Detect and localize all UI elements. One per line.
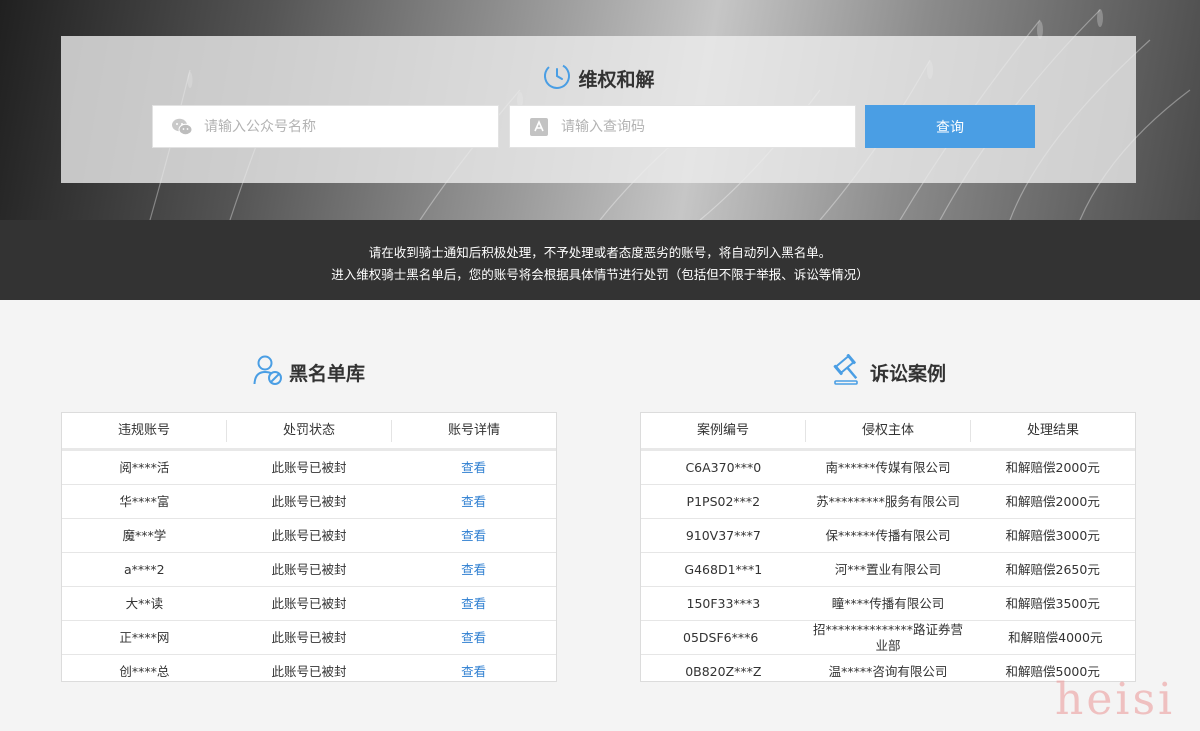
case-id-cell: P1PS02***2 (686, 493, 761, 509)
case-id-cell: G468D1***1 (684, 561, 763, 577)
view-detail-link[interactable]: 查看 (461, 494, 486, 509)
user-ban-icon (253, 354, 283, 390)
table-row: 魔***学 此账号已被封 查看 (62, 519, 556, 553)
code-icon (528, 116, 550, 138)
wechat-icon (171, 116, 193, 138)
hero-banner: 维权和解 查询 (0, 0, 1200, 220)
view-detail-link[interactable]: 查看 (461, 664, 486, 679)
table-header: 案例编号 侵权主体 处理结果 (641, 413, 1135, 451)
status-cell: 此账号已被封 (271, 459, 347, 475)
subject-cell: 保******传播有限公司 (825, 527, 951, 543)
view-detail-link[interactable]: 查看 (461, 528, 486, 543)
account-name-input[interactable] (202, 117, 466, 136)
subject-cell: 瞳****传播有限公司 (831, 595, 945, 611)
table-row: 华****富 此账号已被封 查看 (62, 485, 556, 519)
view-detail-link[interactable]: 查看 (461, 630, 486, 645)
result-cell: 和解赔偿2000元 (1005, 459, 1100, 475)
subject-cell: 南******传媒有限公司 (825, 459, 951, 475)
blacklist-table: 违规账号 处罚状态 账号详情 阅****活 此账号已被封 查看 华****富 此… (61, 412, 557, 682)
account-cell: 魔***学 (122, 527, 167, 543)
subject-cell: 温*****咨询有限公司 (828, 663, 948, 679)
account-cell: 华****富 (119, 493, 170, 509)
case-id-cell: 0B820Z***Z (685, 663, 762, 679)
table-row: 150F33***3 瞳****传播有限公司 和解赔偿3500元 (641, 587, 1135, 621)
table-row: 正****网 此账号已被封 查看 (62, 621, 556, 655)
result-cell: 和解赔偿4000元 (1008, 629, 1103, 645)
table-row: P1PS02***2 苏*********服务有限公司 和解赔偿2000元 (641, 485, 1135, 519)
code-search-box[interactable] (509, 105, 856, 148)
result-cell: 和解赔偿3000元 (1005, 527, 1100, 543)
table-row: C6A370***0 南******传媒有限公司 和解赔偿2000元 (641, 451, 1135, 485)
query-code-input[interactable] (559, 117, 823, 136)
case-id-cell: 150F33***3 (686, 595, 761, 611)
panel-title: 维权和解 (61, 62, 1136, 94)
column-header: 处理结果 (970, 419, 1135, 442)
status-cell: 此账号已被封 (271, 493, 347, 509)
blacklist-section-title: 黑名单库 (253, 354, 365, 390)
table-row: 大**读 此账号已被封 查看 (62, 587, 556, 621)
status-cell: 此账号已被封 (271, 629, 347, 645)
column-header: 侵权主体 (805, 419, 970, 442)
cases-title: 诉讼案例 (870, 362, 947, 385)
table-row: 创****总 此账号已被封 查看 (62, 655, 556, 688)
blacklist-title: 黑名单库 (289, 362, 366, 385)
table-row: 910V37***7 保******传播有限公司 和解赔偿3000元 (641, 519, 1135, 553)
case-id-cell: 910V37***7 (685, 527, 761, 543)
status-cell: 此账号已被封 (271, 527, 347, 543)
search-panel: 维权和解 查询 (61, 36, 1136, 183)
query-button[interactable]: 查询 (865, 105, 1035, 148)
panel-title-text: 维权和解 (578, 68, 655, 91)
account-cell: 大**读 (125, 595, 164, 611)
table-row: G468D1***1 河***置业有限公司 和解赔偿2650元 (641, 553, 1135, 587)
result-cell: 和解赔偿2650元 (1005, 561, 1100, 577)
view-detail-link[interactable]: 查看 (461, 460, 486, 475)
status-cell: 此账号已被封 (271, 561, 347, 577)
column-header: 案例编号 (696, 422, 749, 438)
gavel-icon (832, 353, 864, 390)
account-cell: a****2 (124, 561, 165, 577)
column-header: 违规账号 (117, 422, 170, 438)
result-cell: 和解赔偿3500元 (1005, 595, 1100, 611)
subject-cell: 河***置业有限公司 (834, 561, 942, 577)
status-cell: 此账号已被封 (271, 663, 347, 679)
account-cell: 正****网 (119, 629, 170, 645)
account-cell: 创****总 (119, 663, 170, 679)
case-id-cell: C6A370***0 (685, 459, 762, 475)
subject-cell: 苏*********服务有限公司 (816, 493, 960, 509)
view-detail-link[interactable]: 查看 (461, 596, 486, 611)
notice-line-2: 进入维权骑士黑名单后，您的账号将会根据具体情节进行处罚（包括但不限于举报、诉讼等… (331, 267, 869, 282)
account-cell: 阅****活 (119, 459, 170, 475)
cases-section-title: 诉讼案例 (832, 353, 947, 390)
table-header: 违规账号 处罚状态 账号详情 (62, 413, 556, 451)
column-header: 账号详情 (391, 419, 556, 442)
subject-cell: 招**************路证券营业部 (812, 621, 963, 653)
result-cell: 和解赔偿2000元 (1005, 493, 1100, 509)
status-cell: 此账号已被封 (271, 595, 347, 611)
notice-bar: 请在收到骑士通知后积极处理，不予处理或者态度恶劣的账号，将自动列入黑名单。 进入… (0, 220, 1200, 300)
notice-line-1: 请在收到骑士通知后积极处理，不予处理或者态度恶劣的账号，将自动列入黑名单。 (368, 245, 832, 260)
account-search-box[interactable] (152, 105, 499, 148)
table-row: 阅****活 此账号已被封 查看 (62, 451, 556, 485)
cases-table: 案例编号 侵权主体 处理结果 C6A370***0 南******传媒有限公司 … (640, 412, 1136, 682)
clock-icon (542, 61, 572, 95)
table-row: a****2 此账号已被封 查看 (62, 553, 556, 587)
watermark-text: heisi (1055, 674, 1176, 725)
case-id-cell: 05DSF6***6 (683, 629, 759, 645)
view-detail-link[interactable]: 查看 (461, 562, 486, 577)
column-header: 处罚状态 (226, 419, 391, 442)
table-row: 05DSF6***6 招**************路证券营业部 和解赔偿400… (641, 621, 1135, 655)
